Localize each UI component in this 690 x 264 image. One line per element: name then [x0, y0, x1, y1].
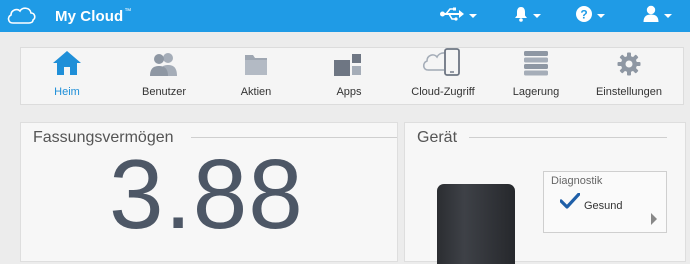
chevron-down-icon — [533, 14, 541, 18]
nav-item-shares[interactable]: Aktien — [206, 48, 306, 106]
nav-label: Aktien — [240, 86, 272, 98]
nav-item-apps[interactable]: Apps — [299, 48, 399, 106]
diagnostics-status: Gesund — [584, 200, 623, 212]
home-icon — [52, 50, 82, 81]
usb-icon — [440, 7, 464, 26]
chevron-down-icon — [469, 14, 477, 18]
nav-label: Lagerung — [512, 86, 560, 98]
capacity-value: 3.88 — [109, 139, 304, 249]
users-icon — [148, 52, 180, 81]
cloud-logo-icon — [5, 5, 49, 27]
svg-text:?: ? — [580, 7, 587, 21]
nav-label: Benutzer — [141, 86, 187, 98]
apps-icon — [334, 52, 364, 81]
notifications-menu[interactable] — [514, 0, 541, 32]
nav-label: Cloud-Zugriff — [411, 86, 475, 98]
help-icon: ? — [576, 5, 592, 27]
user-menu[interactable] — [643, 0, 672, 32]
checkmark-icon — [559, 192, 581, 214]
chevron-down-icon — [597, 14, 605, 18]
device-panel: Gerät Diagnostik Gesund — [404, 122, 686, 264]
help-menu[interactable]: ? — [576, 0, 605, 32]
title-divider — [191, 137, 397, 138]
trademark-mark: ™ — [124, 7, 132, 15]
nav-label: Einstellungen — [595, 86, 663, 98]
diagnostics-title: Diagnostik — [551, 175, 603, 187]
cloud-access-icon — [422, 48, 464, 81]
gear-icon — [617, 52, 641, 81]
brand-label: My Cloud — [55, 7, 124, 25]
diagnostics-box[interactable]: Diagnostik Gesund — [543, 171, 667, 233]
nav-item-users[interactable]: Benutzer — [114, 48, 214, 106]
device-image — [437, 184, 515, 264]
top-bar: My Cloud™ ? — [0, 0, 690, 32]
storage-icon — [523, 50, 549, 81]
title-divider — [469, 137, 667, 138]
usb-menu[interactable] — [440, 0, 477, 32]
main-navigation: Heim Benutzer Aktien Apps Cloud-Zugriff … — [20, 47, 684, 105]
device-title: Gerät — [417, 129, 458, 146]
brand[interactable]: My Cloud™ — [5, 5, 131, 27]
brand-name: My Cloud™ — [55, 8, 131, 25]
capacity-panel: Fassungsvermögen 3.88 — [20, 122, 398, 262]
chevron-right-icon[interactable] — [651, 213, 657, 225]
chevron-down-icon — [664, 14, 672, 18]
nav-label: Heim — [54, 86, 80, 98]
nav-item-cloud-access[interactable]: Cloud-Zugriff — [393, 48, 493, 106]
bell-icon — [514, 6, 528, 27]
nav-label: Apps — [336, 86, 362, 98]
nav-item-home[interactable]: Heim — [17, 48, 117, 106]
nav-item-storage[interactable]: Lagerung — [486, 48, 586, 106]
user-icon — [643, 5, 659, 27]
nav-item-settings[interactable]: Einstellungen — [579, 48, 679, 106]
folder-icon — [244, 52, 268, 81]
